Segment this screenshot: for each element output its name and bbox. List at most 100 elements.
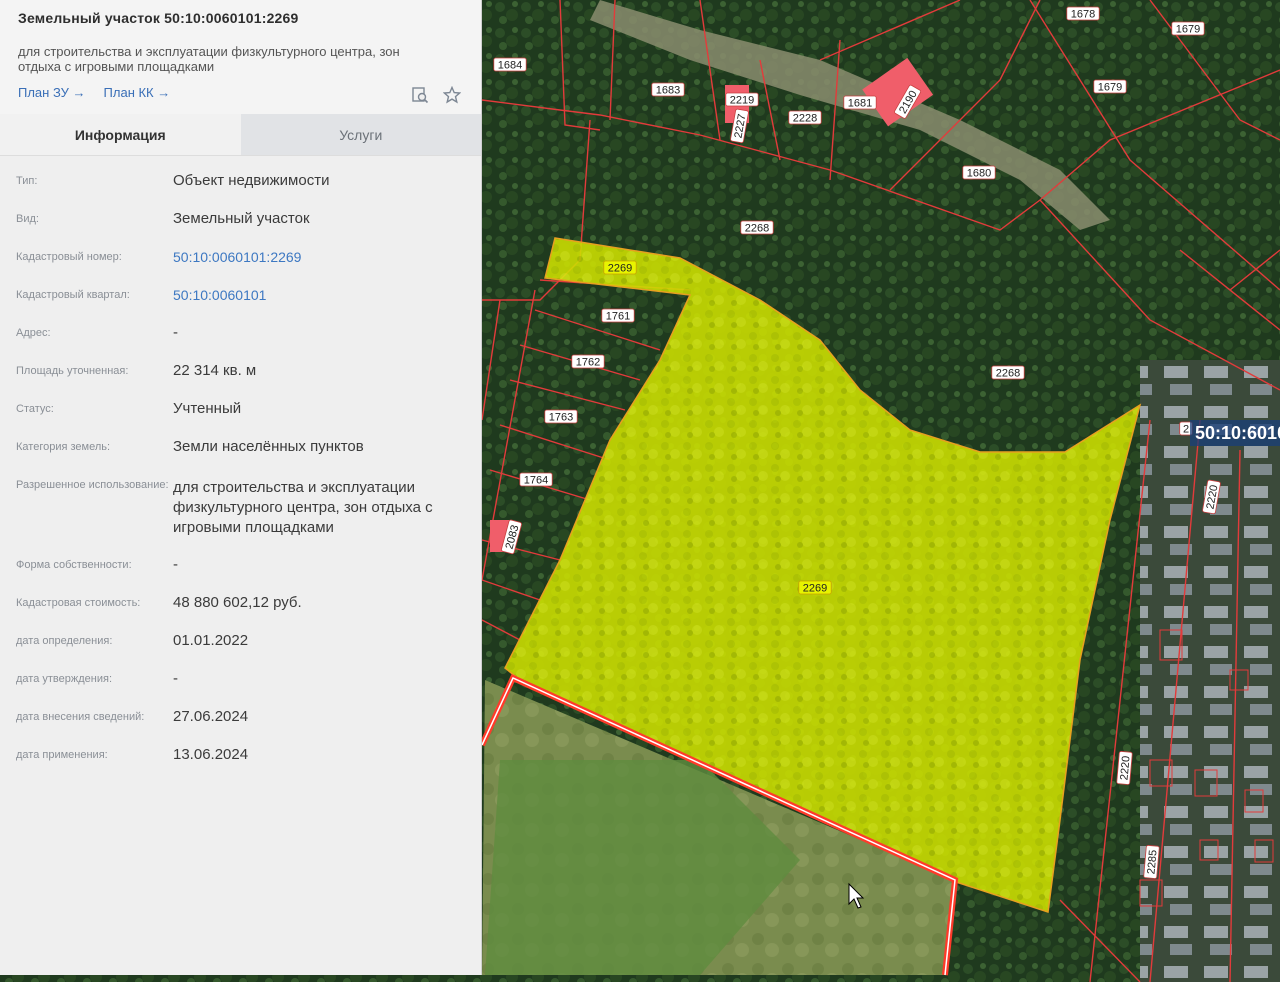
- header-actions: [411, 85, 462, 104]
- svg-text:2269: 2269: [803, 583, 827, 595]
- attribute-value: 27.06.2024: [173, 708, 249, 725]
- attribute-value: 22 314 кв. м: [173, 362, 257, 379]
- building-area: [1140, 360, 1280, 982]
- attribute-label: дата внесения сведений:: [16, 711, 145, 723]
- info-panel: Земельный участок 50:10:0060101:2269 для…: [0, 0, 482, 975]
- parcel-number-label: 2228: [788, 110, 822, 125]
- attribute-label: Адрес:: [16, 327, 51, 339]
- svg-text:2: 2: [1183, 424, 1189, 436]
- parcel-number-label: 1763: [544, 409, 578, 424]
- parcel-number-label: 1679: [1171, 21, 1205, 36]
- attribute-row: Кадастровый номер: 50:10:0060101:2269: [0, 238, 481, 276]
- attribute-row: Кадастровая стоимость: 48 880 602,12 руб.: [0, 584, 481, 622]
- panel-header: Земельный участок 50:10:0060101:2269 для…: [0, 0, 481, 114]
- plan-kk-link[interactable]: План КК →: [104, 85, 171, 100]
- attribute-value: 01.01.2022: [173, 632, 249, 649]
- svg-text:2285: 2285: [1145, 849, 1159, 874]
- svg-text:2219: 2219: [730, 95, 754, 107]
- parcel-number-label: 2269: [603, 260, 637, 275]
- attribute-label: Категория земель:: [16, 441, 111, 453]
- attribute-label: Тип:: [16, 175, 38, 187]
- parcel-description: для строительства и эксплуатации физкуль…: [18, 44, 400, 74]
- attribute-value: -: [173, 556, 178, 573]
- attribute-row: Вид: Земельный участок: [0, 200, 481, 238]
- attribute-value: 13.06.2024: [173, 746, 249, 763]
- quarter-label-box: 50:10:6010: [1190, 420, 1280, 446]
- attribute-label: дата утверждения:: [16, 673, 113, 685]
- attribute-row: Площадь уточненная: 22 314 кв. м: [0, 352, 481, 390]
- svg-text:1684: 1684: [498, 60, 522, 72]
- attribute-row: Разрешенное использование: для строительс…: [0, 466, 481, 546]
- svg-text:1679: 1679: [1098, 82, 1122, 94]
- attribute-value: Объект недвижимости: [173, 172, 330, 189]
- attribute-value: Земли населённых пунктов: [173, 438, 364, 455]
- parcel-number-label: 1684: [493, 57, 527, 72]
- parcel-number-label: 1764: [519, 472, 553, 487]
- attribute-row: Категория земель: Земли населённых пункто…: [0, 428, 481, 466]
- parcel-number-label: 1681: [843, 95, 877, 110]
- attribute-label: Площадь уточненная:: [16, 365, 129, 377]
- attribute-value-link[interactable]: 50:10:0060101: [173, 285, 481, 305]
- svg-text:1761: 1761: [606, 311, 630, 323]
- attribute-value: для строительства и эксплуатации физкуль…: [173, 479, 433, 536]
- attribute-row: дата внесения сведений: 27.06.2024: [0, 698, 481, 736]
- svg-text:2268: 2268: [745, 223, 769, 235]
- attribute-row: Форма собственности: -: [0, 546, 481, 584]
- star-icon[interactable]: [442, 85, 462, 104]
- parcel-number-label: 2268: [991, 365, 1025, 380]
- attribute-label: Кадастровый квартал:: [16, 289, 130, 301]
- panel-tabs: Информация Услуги: [0, 114, 481, 156]
- tab-services[interactable]: Услуги: [240, 114, 481, 155]
- attribute-value: Учтенный: [173, 400, 242, 417]
- attribute-label: Вид:: [16, 213, 39, 225]
- parcel-number-label: 1679: [1093, 79, 1127, 94]
- attribute-row: Адрес: -: [0, 314, 481, 352]
- attribute-row: дата применения: 13.06.2024: [0, 736, 481, 774]
- attribute-row: Тип: Объект недвижимости: [0, 162, 481, 200]
- attribute-label: Разрешенное использование:: [16, 479, 169, 491]
- attribute-label: Статус:: [16, 403, 54, 415]
- svg-text:1681: 1681: [848, 98, 872, 110]
- parcel-number-label: 2268: [740, 220, 774, 235]
- parcel-number-label: 1683: [651, 82, 685, 97]
- search-doc-icon[interactable]: [411, 86, 429, 104]
- parcel-number-label: 2269: [798, 580, 832, 595]
- attribute-value: Земельный участок: [173, 210, 310, 227]
- plan-links: План ЗУ → План КК →: [18, 85, 170, 100]
- attribute-list: Тип: Объект недвижимости Вид: Земельный уча…: [0, 156, 481, 774]
- svg-text:2268: 2268: [996, 368, 1020, 380]
- attribute-value-link[interactable]: 50:10:0060101:2269: [173, 247, 481, 267]
- parcel-number-label: 1761: [601, 308, 635, 323]
- parcel-number-label: 1680: [962, 165, 996, 180]
- svg-text:1679: 1679: [1176, 24, 1200, 36]
- tab-info[interactable]: Информация: [0, 114, 241, 155]
- parcel-number-label: 2220: [1116, 751, 1133, 785]
- parcel-number-label: 1678: [1066, 6, 1100, 21]
- svg-text:1683: 1683: [656, 85, 680, 97]
- attribute-label: Кадастровая стоимость:: [16, 597, 141, 609]
- attribute-label: Форма собственности:: [16, 559, 132, 571]
- attribute-label: дата применения:: [16, 749, 108, 761]
- svg-text:1678: 1678: [1071, 9, 1095, 21]
- parcel-number-label: 1762: [571, 354, 605, 369]
- parcel-number-label: 2219: [725, 92, 759, 107]
- quarter-label: 50:10:6010: [1195, 423, 1280, 443]
- attribute-row: Кадастровый квартал: 50:10:0060101: [0, 276, 481, 314]
- parcel-number-label: 2285: [1143, 845, 1160, 879]
- svg-text:2220: 2220: [1118, 755, 1132, 780]
- attribute-row: дата определения: 01.01.2022: [0, 622, 481, 660]
- svg-text:2269: 2269: [608, 263, 632, 275]
- attribute-label: дата определения:: [16, 635, 113, 647]
- svg-text:1763: 1763: [549, 412, 573, 424]
- svg-text:2228: 2228: [793, 113, 817, 125]
- svg-text:1680: 1680: [967, 168, 991, 180]
- parcel-title: Земельный участок 50:10:0060101:2269: [18, 10, 299, 26]
- attribute-row: Статус: Учтенный: [0, 390, 481, 428]
- attribute-value: -: [173, 324, 178, 341]
- svg-text:1764: 1764: [524, 475, 548, 487]
- plan-zu-link[interactable]: План ЗУ →: [18, 85, 86, 100]
- attribute-value: -: [173, 670, 178, 687]
- svg-text:1762: 1762: [576, 357, 600, 369]
- attribute-value: 48 880 602,12 руб.: [173, 594, 302, 611]
- attribute-row: дата утверждения: -: [0, 660, 481, 698]
